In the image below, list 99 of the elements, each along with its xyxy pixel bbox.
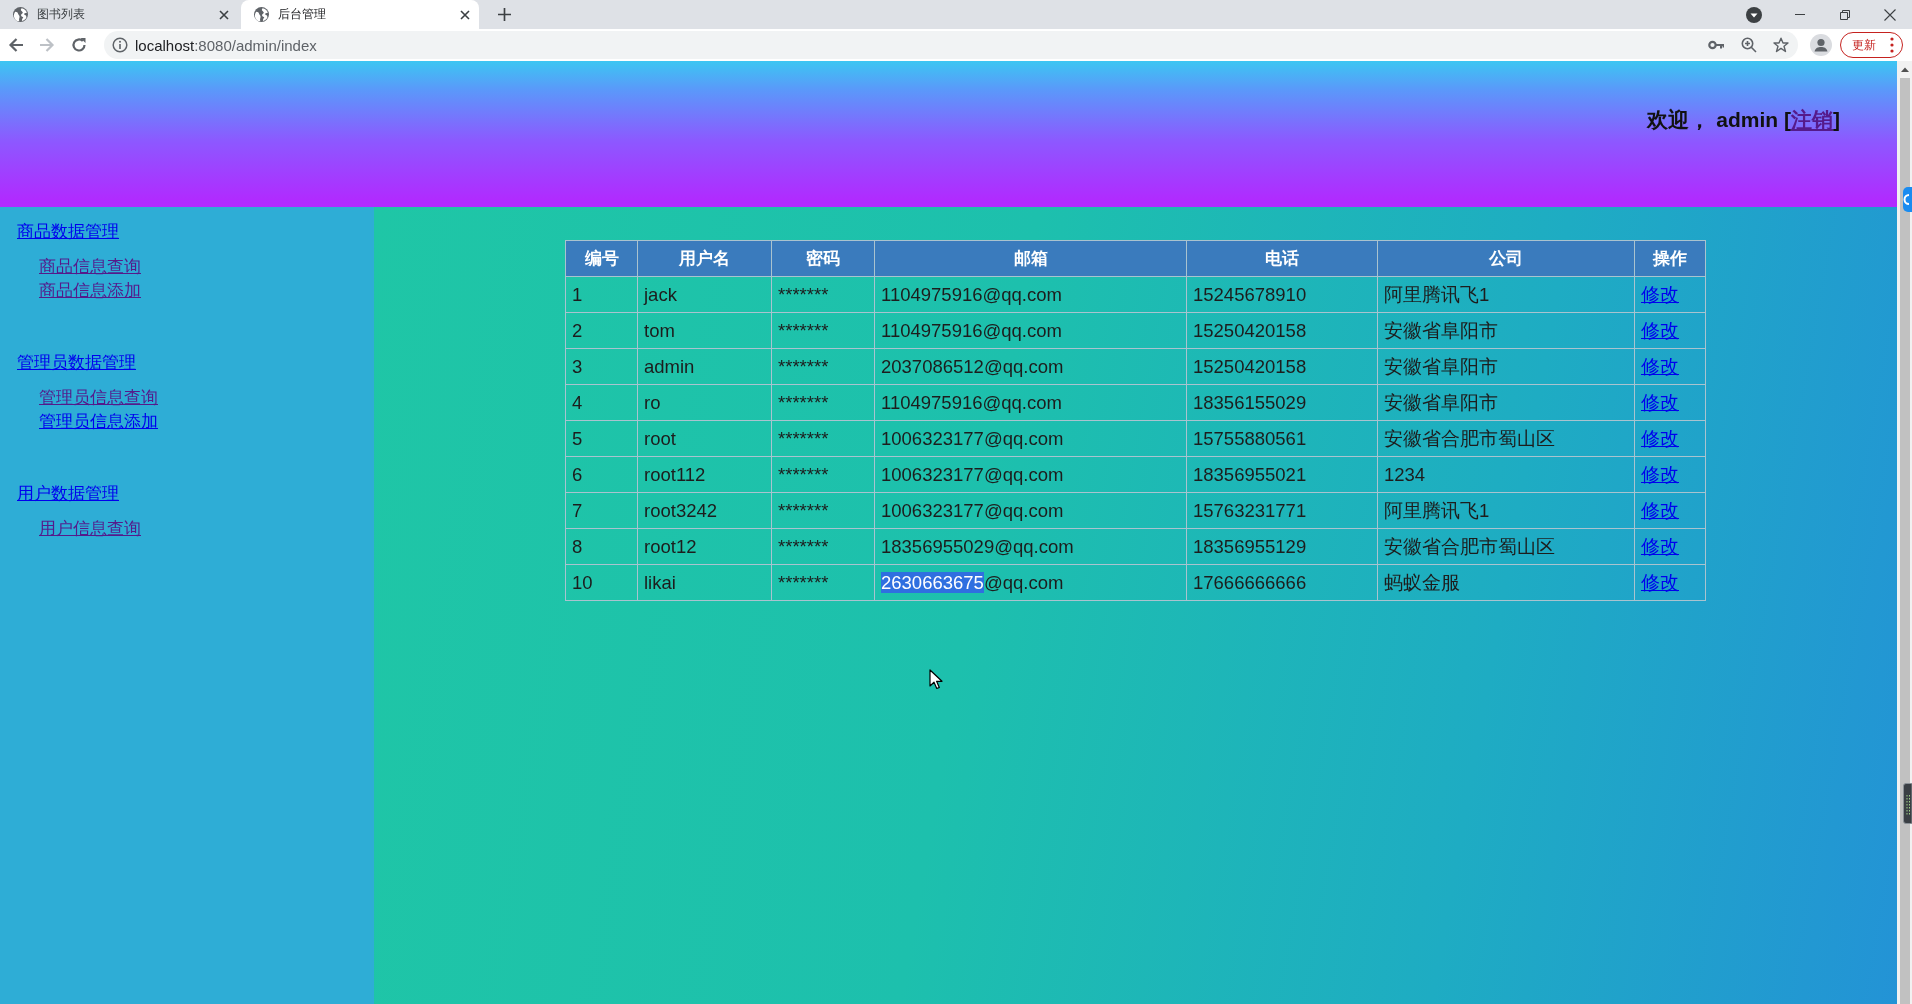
minimize-icon[interactable] <box>1794 14 1805 15</box>
column-header: 密码 <box>771 240 875 277</box>
table-cell: ******* <box>771 528 875 565</box>
sidebar-link[interactable]: 用户数据管理 <box>17 484 119 503</box>
column-header: 操作 <box>1634 240 1706 277</box>
table-cell: 18356955021 <box>1186 456 1378 493</box>
table-cell: 1104975916@qq.com <box>874 276 1187 313</box>
globe-icon <box>254 7 269 22</box>
key-icon[interactable] <box>1708 40 1724 50</box>
table-cell: 15250420158 <box>1186 348 1378 385</box>
browser-tab[interactable]: 后台管理 <box>241 0 479 29</box>
sidebar-sublink[interactable]: 用户信息查询 <box>39 519 141 538</box>
side-handle-icon[interactable] <box>1903 783 1912 824</box>
table-cell: 阿里腾讯飞1 <box>1377 276 1635 313</box>
column-header: 用户名 <box>637 240 772 277</box>
column-header: 编号 <box>565 240 638 277</box>
table-cell: 15250420158 <box>1186 312 1378 349</box>
table-cell: ******* <box>771 348 875 385</box>
sidebar-sublink[interactable]: 商品信息查询 <box>39 257 141 276</box>
table-cell: tom <box>637 312 772 349</box>
table-cell: 安徽省阜阳市 <box>1377 348 1635 385</box>
sidebar-sublink[interactable]: 商品信息添加 <box>39 281 141 300</box>
globe-icon <box>13 7 28 22</box>
table-cell: 15755880561 <box>1186 420 1378 457</box>
table-cell: 1104975916@qq.com <box>874 384 1187 421</box>
table-cell: 8 <box>565 528 638 565</box>
column-header: 邮箱 <box>874 240 1187 277</box>
table-cell: 1234 <box>1377 456 1635 493</box>
table-cell: 1104975916@qq.com <box>874 312 1187 349</box>
url-text: localhost:8080/admin/index <box>135 36 317 54</box>
table-cell: 15763231771 <box>1186 492 1378 529</box>
table-cell: 15245678910 <box>1186 276 1378 313</box>
sidebar-sublink[interactable]: 管理员信息添加 <box>39 412 158 431</box>
table-cell: ro <box>637 384 772 421</box>
sidebar-sublink[interactable]: 管理员信息查询 <box>39 388 158 407</box>
scrollbar-track[interactable] <box>1897 61 1912 1004</box>
close-icon[interactable] <box>460 9 470 20</box>
plus-icon[interactable] <box>498 8 511 21</box>
table-cell: ******* <box>771 564 875 601</box>
column-header: 公司 <box>1377 240 1635 277</box>
table-cell: 18356155029 <box>1186 384 1378 421</box>
table-cell: ******* <box>771 492 875 529</box>
scrollbar-thumb[interactable] <box>1900 78 1910 1004</box>
close-icon[interactable] <box>219 9 229 20</box>
table-cell: ******* <box>771 276 875 313</box>
avatar-icon[interactable] <box>1810 34 1832 56</box>
table-cell: 1006323177@qq.com <box>874 420 1187 457</box>
table-cell: root3242 <box>637 492 772 529</box>
back-arrow-icon[interactable] <box>8 37 24 53</box>
sidebar-link[interactable]: 管理员数据管理 <box>17 353 136 372</box>
table-cell: 10 <box>565 564 638 601</box>
table-cell: 2 <box>565 312 638 349</box>
table-cell: admin <box>637 348 772 385</box>
table-cell: 1 <box>565 276 638 313</box>
logout-link[interactable]: 注销 <box>1791 108 1833 131</box>
star-icon[interactable] <box>1773 37 1789 53</box>
table-cell: 3 <box>565 348 638 385</box>
welcome-text: 欢迎， admin [注销] <box>1647 107 1840 133</box>
table-cell: ******* <box>771 456 875 493</box>
table-cell: ******* <box>771 420 875 457</box>
dots-menu-icon <box>1890 37 1894 53</box>
table-cell: 18356955129 <box>1186 528 1378 565</box>
table-cell: 17666666666 <box>1186 564 1378 601</box>
table-cell: 1006323177@qq.com <box>874 492 1187 529</box>
column-header: 电话 <box>1186 240 1378 277</box>
table-cell: 2037086512@qq.com <box>874 348 1187 385</box>
table-cell: ******* <box>771 312 875 349</box>
table-cell: root112 <box>637 456 772 493</box>
scroll-up-icon[interactable] <box>1899 66 1910 73</box>
table-cell: 蚂蚁金服 <box>1377 564 1635 601</box>
caret-circle-icon[interactable] <box>1746 6 1762 23</box>
table-cell: 1006323177@qq.com <box>874 456 1187 493</box>
mouse-cursor-icon <box>929 669 943 690</box>
table-cell: 阿里腾讯飞1 <box>1377 492 1635 529</box>
table-cell: root <box>637 420 772 457</box>
table-cell: 4 <box>565 384 638 421</box>
table-cell: 安徽省阜阳市 <box>1377 312 1635 349</box>
zoom-in-icon[interactable] <box>1741 37 1757 53</box>
restore-icon[interactable] <box>1839 9 1850 20</box>
table-cell: jack <box>637 276 772 313</box>
table-cell: 6 <box>565 456 638 493</box>
table-cell: 安徽省合肥市蜀山区 <box>1377 528 1635 565</box>
sidebar-link[interactable]: 商品数据管理 <box>17 222 119 241</box>
browser-tab[interactable]: 图书列表 <box>0 0 238 29</box>
table-cell: ******* <box>771 384 875 421</box>
table-cell: 安徽省阜阳市 <box>1377 384 1635 421</box>
table-cell: 2630663675@qq.com <box>874 564 1187 601</box>
close-icon[interactable] <box>1883 8 1896 21</box>
table-cell: 安徽省合肥市蜀山区 <box>1377 420 1635 457</box>
reload-icon[interactable] <box>71 37 87 53</box>
side-tab-icon[interactable] <box>1903 187 1912 212</box>
update-button[interactable]: 更新 <box>1840 32 1903 58</box>
table-cell: root12 <box>637 528 772 565</box>
address-field[interactable]: localhost:8080/admin/index <box>104 31 1798 59</box>
table-cell: 5 <box>565 420 638 457</box>
table-cell: 7 <box>565 492 638 529</box>
table-cell: likai <box>637 564 772 601</box>
info-icon[interactable] <box>112 37 128 53</box>
table-cell: 18356955029@qq.com <box>874 528 1187 565</box>
